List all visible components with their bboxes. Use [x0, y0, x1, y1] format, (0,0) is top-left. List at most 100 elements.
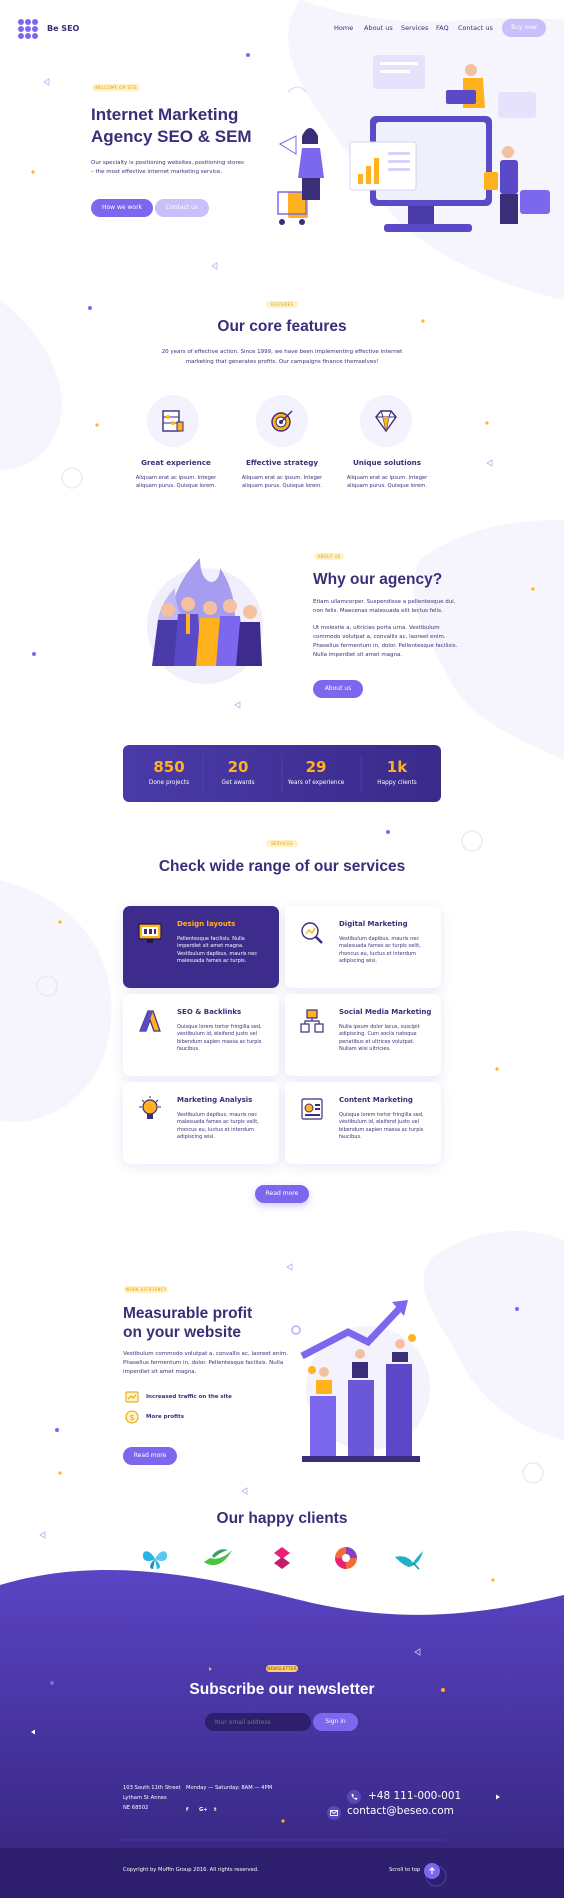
features-desc-line2: marketing that generates profits. Our ca…: [185, 359, 379, 365]
about-badge: ABOUT US: [314, 553, 344, 560]
money-icon: $: [125, 1410, 139, 1424]
nav-contact[interactable]: Contact us: [458, 24, 493, 32]
stat-number-2: 20: [227, 758, 249, 776]
arrow-up-icon[interactable]: [424, 1863, 440, 1879]
about-p1-line2: non felis. Maecenas malesuada elit lectu…: [313, 608, 443, 614]
service-title-analysis: Marketing Analysis: [177, 1096, 253, 1104]
profit-desc-line1: Vestibulum commodo volutpat a, convallis…: [123, 1351, 289, 1357]
about-p2-line3: Phasellus fermentum in, dolor. Pellentes…: [313, 643, 458, 649]
butterfly-logo-icon: [142, 1551, 168, 1569]
target-gear-icon: [271, 410, 293, 432]
nav-about[interactable]: About us: [364, 24, 393, 32]
profit-badge: WORK EFFICIENCY: [124, 1286, 168, 1293]
logo-icon[interactable]: [17, 18, 39, 40]
abacus-icon: [162, 410, 184, 432]
features-desc-line1: 20 years of effective action. Since 1999…: [161, 349, 403, 355]
footer-address-line3: NE 68502: [123, 1805, 149, 1811]
services-title: Check wide range of our services: [158, 858, 406, 875]
service-title-seo: SEO & Backlinks: [177, 1008, 242, 1016]
about-p2-line1: Ut molestie a, ultricies porta urna. Ves…: [313, 625, 440, 631]
about-title: Why our agency?: [313, 571, 443, 588]
footer-copyright: Copyright by Muffin Group 2016. All righ…: [123, 1867, 259, 1873]
feature-desc-2b: aliquam purus. Quisque lorem.: [242, 483, 322, 489]
feature-desc-3b: aliquam purus. Quisque lorem.: [347, 483, 427, 489]
page-background: [0, 0, 564, 1898]
profit-read-more-button[interactable]: Read more: [123, 1447, 177, 1465]
newsletter-badge: NEWSLETTER: [266, 1665, 298, 1672]
service-card-design[interactable]: Design layouts Pellentesque facilisis. N…: [123, 906, 279, 988]
nav-services[interactable]: Services: [401, 24, 428, 32]
brand-name[interactable]: Be SEO: [47, 24, 79, 33]
service-title-digital: Digital Marketing: [339, 920, 408, 928]
newsletter-email-input[interactable]: [205, 1713, 311, 1731]
traffic-icon: [125, 1391, 139, 1403]
clients-title: Our happy clients: [216, 1510, 348, 1527]
about-us-button[interactable]: About us: [313, 680, 363, 698]
hero-title-line2: Agency SEO & SEM: [91, 127, 252, 146]
nav-home[interactable]: Home: [334, 24, 353, 32]
footer-email[interactable]: contact@beseo.com: [347, 1805, 454, 1817]
scroll-to-top-label[interactable]: Scroll to top: [389, 1866, 420, 1876]
google-plus-icon[interactable]: G+: [199, 1806, 208, 1816]
service-desc-seo: Quisque lorem tortor fringilla sed, vesti…: [177, 1024, 262, 1052]
feature-desc-3a: Aliquam erat ac ipsum. Integer: [346, 475, 428, 481]
profit-desc-line3: imperdiet sit amet magna.: [123, 1369, 197, 1375]
service-card-digital[interactable]: Digital Marketing Vestibulum dapibus, ma…: [285, 906, 441, 988]
s-ribbon-logo-icon: [274, 1547, 290, 1569]
stat-number-1: 850: [153, 758, 185, 776]
facebook-icon[interactable]: f: [186, 1806, 188, 1816]
service-desc-digital: Vestibulum dapibus, mauris nec malesuada …: [339, 936, 421, 964]
lightbulb-icon: [139, 1096, 161, 1119]
feature-desc-1a: Aliquam erat ac ipsum. Integer: [135, 475, 217, 481]
footer-phone[interactable]: +48 111-000-001: [368, 1790, 461, 1802]
stat-number-4: 1k: [386, 758, 408, 776]
buy-now-button[interactable]: Buy now: [502, 19, 546, 37]
monitor-layout-icon: [138, 923, 162, 943]
newsletter-signin-button[interactable]: Sign in: [313, 1713, 358, 1731]
service-desc-content: Quisque lorem tortor fringilla sed, vesti…: [339, 1112, 424, 1140]
profit-desc-line2: Phasellus fermentum in, dolor. Pellentes…: [123, 1360, 284, 1366]
nav-faq[interactable]: FAQ: [436, 24, 449, 32]
features-title: Our core features: [217, 318, 347, 335]
hero-desc-line1: Our specialty is positioning websites, p…: [91, 160, 244, 166]
stat-label-2: Get awards: [221, 780, 255, 786]
network-icon: [300, 1009, 324, 1033]
feature-title-1: Great experience: [141, 458, 211, 467]
profit-item-2: More profits: [146, 1414, 185, 1420]
feature-desc-1b: aliquam purus. Quisque lorem.: [136, 483, 216, 489]
about-p2-line2: commodo volutpat a, convallis ac, laoree…: [313, 634, 446, 640]
feature-desc-2a: Aliquam erat ac ipsum. Integer: [241, 475, 323, 481]
circle-swirl-logo-icon: [335, 1547, 357, 1569]
profit-item-1: Increased traffic on the site: [146, 1394, 232, 1400]
service-card-content[interactable]: Content Marketing Quisque lorem tortor f…: [285, 1082, 441, 1164]
footer-address-line2: Lytham St Annes: [123, 1795, 167, 1801]
svg-text:$: $: [129, 1413, 134, 1422]
service-card-social[interactable]: Social Media Marketing Nulla ipsum dolor…: [285, 994, 441, 1076]
mail-icon: [327, 1806, 341, 1820]
how-we-work-button[interactable]: How we work: [91, 199, 153, 217]
hero-illustration: [277, 55, 550, 232]
service-title-content: Content Marketing: [339, 1096, 413, 1104]
feature-title-2: Effective strategy: [245, 458, 319, 467]
twitter-icon[interactable]: t: [214, 1806, 216, 1816]
services-read-more-button[interactable]: Read more: [255, 1185, 309, 1203]
service-card-analysis[interactable]: Marketing Analysis Vestibulum dapibus, m…: [123, 1082, 279, 1164]
service-card-seo[interactable]: SEO & Backlinks Quisque lorem tortor fri…: [123, 994, 279, 1076]
features-badge: FEATURES: [266, 301, 298, 308]
services-badge: SERVICES: [266, 840, 298, 847]
feature-title-3: Unique solutions: [352, 458, 422, 467]
service-desc-analysis: Vestibulum dapibus, mauris nec malesuada …: [177, 1112, 259, 1140]
hero-badge: WELCOME ON SITE: [92, 84, 140, 91]
footer-address-line1: 103 South 11th Street: [123, 1785, 181, 1791]
stat-label-3: Years of experience: [287, 780, 345, 786]
service-title-social: Social Media Marketing: [339, 1008, 432, 1016]
diamond-icon: [375, 410, 397, 433]
team-illustration: [147, 558, 263, 684]
contact-us-button[interactable]: Contact us: [155, 199, 209, 217]
service-desc-social: Nulla ipsum dolor lacus, suscipit adipisc…: [339, 1024, 420, 1052]
footer-hours: Monday — Saturday: 8AM — 4PM: [186, 1785, 273, 1791]
phone-icon: [347, 1790, 361, 1804]
stat-label-4: Happy clients: [377, 780, 417, 786]
hero-title-line1: Internet Marketing: [91, 105, 239, 124]
letter-a-icon: [139, 1010, 161, 1032]
